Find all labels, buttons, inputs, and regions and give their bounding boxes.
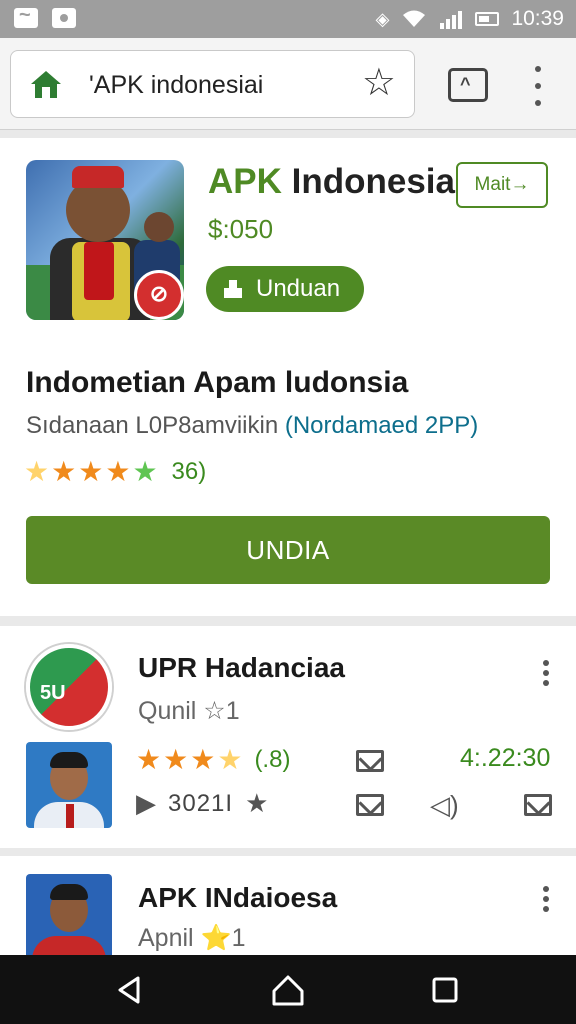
developer-link[interactable]: (Nordamaed 2PP) [285, 412, 478, 439]
status-bar-left [14, 4, 76, 28]
app-title: APK Indonesia [208, 162, 455, 202]
list-item-subtitle: Qunil ☆1 [138, 697, 240, 725]
rating-count: 36) [171, 458, 207, 485]
more-options-icon[interactable] [540, 886, 552, 912]
star-icon: ★ [24, 456, 50, 487]
star-icon: ★ [132, 456, 158, 487]
record-icon [52, 8, 76, 28]
star-icon: ★ [78, 456, 104, 487]
star-icon: ★ [136, 744, 162, 775]
description-subtitle: Sıdanaan L0P8amviikin (Nordamaed 2PP) [26, 412, 478, 440]
app-logo-text: 5U [40, 682, 66, 704]
developer-avatar [26, 742, 112, 828]
tabs-icon[interactable]: ^ [448, 68, 488, 102]
developer-avatar [26, 874, 112, 960]
unduan-label: Unduan [256, 275, 341, 302]
undia-button[interactable]: UNDIA [26, 516, 550, 584]
list-item[interactable]: 5U UPR Hadanciaa Qunil ☆1 ★ ★ ★ ★ (.8) 4… [0, 626, 576, 848]
list-item-subtitle: Apnil ⭐1 [138, 924, 246, 952]
star-icon: ★ [51, 456, 77, 487]
unduan-button[interactable]: Unduan [206, 266, 364, 312]
url-text[interactable]: 'APK indonesiai [89, 71, 263, 100]
list-item-title: UPR Hadanciaa [138, 652, 345, 683]
recents-icon[interactable] [428, 973, 462, 1007]
home-nav-icon[interactable] [271, 973, 305, 1007]
list-rating-row: ★ ★ ★ ★ (.8) [136, 744, 290, 776]
download-icon [224, 280, 242, 298]
mail-icon[interactable] [356, 750, 384, 772]
navigation-bar [0, 955, 576, 1024]
mail-icon[interactable] [356, 794, 384, 816]
list-item[interactable]: APK INdaioesa Apnil ⭐1 [0, 856, 576, 966]
list-item-title: APK INdaioesa [138, 882, 338, 913]
wifi-icon [403, 10, 426, 27]
star-icon: ★ [163, 744, 189, 775]
status-bar-right: ◈ 10:39 [376, 4, 564, 34]
back-icon[interactable] [112, 973, 146, 1007]
description-title: Indometian Apam ludonsia [26, 366, 409, 399]
bookmark-star-icon[interactable]: ☆ [362, 63, 396, 103]
list-time: 4:.22:30 [460, 744, 551, 772]
speaker-icon[interactable]: ◁) [430, 790, 459, 821]
play-icon[interactable]: ▶ [136, 788, 156, 819]
star-icon: ★ [105, 456, 131, 487]
mait-button[interactable]: Mait→ [456, 162, 548, 208]
star-icon: ★ [217, 744, 243, 775]
blocked-badge-icon: ⊘ [134, 270, 184, 320]
url-bar[interactable]: 'APK indonesiai ☆ [10, 50, 415, 118]
status-bar: ◈ 10:39 [0, 0, 576, 38]
browser-toolbar: 'APK indonesiai ☆ ^ [0, 38, 576, 130]
mail-icon[interactable] [524, 794, 552, 816]
battery-icon [475, 12, 500, 26]
status-clock: 10:39 [511, 7, 564, 30]
featured-app-card: ⊘ APK Indonesia $:050 Mait→ Unduan Indom… [0, 138, 576, 616]
more-options-icon[interactable] [540, 660, 552, 686]
signal-icon [440, 11, 463, 29]
vibrate-icon: ◈ [375, 8, 390, 29]
star-outline-icon[interactable]: ★ [245, 788, 268, 819]
rating-row: ★ ★ ★ ★ ★ 36) [24, 456, 206, 488]
developer-text: Sıdanaan L0P8amviikin [26, 412, 285, 439]
app-logo-icon: 5U [26, 644, 112, 730]
app-price: $:050 [208, 214, 274, 244]
app-title-rest: Indonesia [281, 162, 455, 201]
list-score: (.8) [254, 746, 291, 773]
home-icon[interactable] [29, 69, 63, 99]
notification-icon [14, 4, 38, 28]
star-icon: ★ [190, 744, 216, 775]
list-actions-row: ▶ 3021I ★ [136, 788, 268, 819]
list-count: 3021I [168, 789, 234, 817]
app-title-prefix: APK [208, 162, 282, 201]
menu-icon[interactable] [528, 66, 548, 106]
